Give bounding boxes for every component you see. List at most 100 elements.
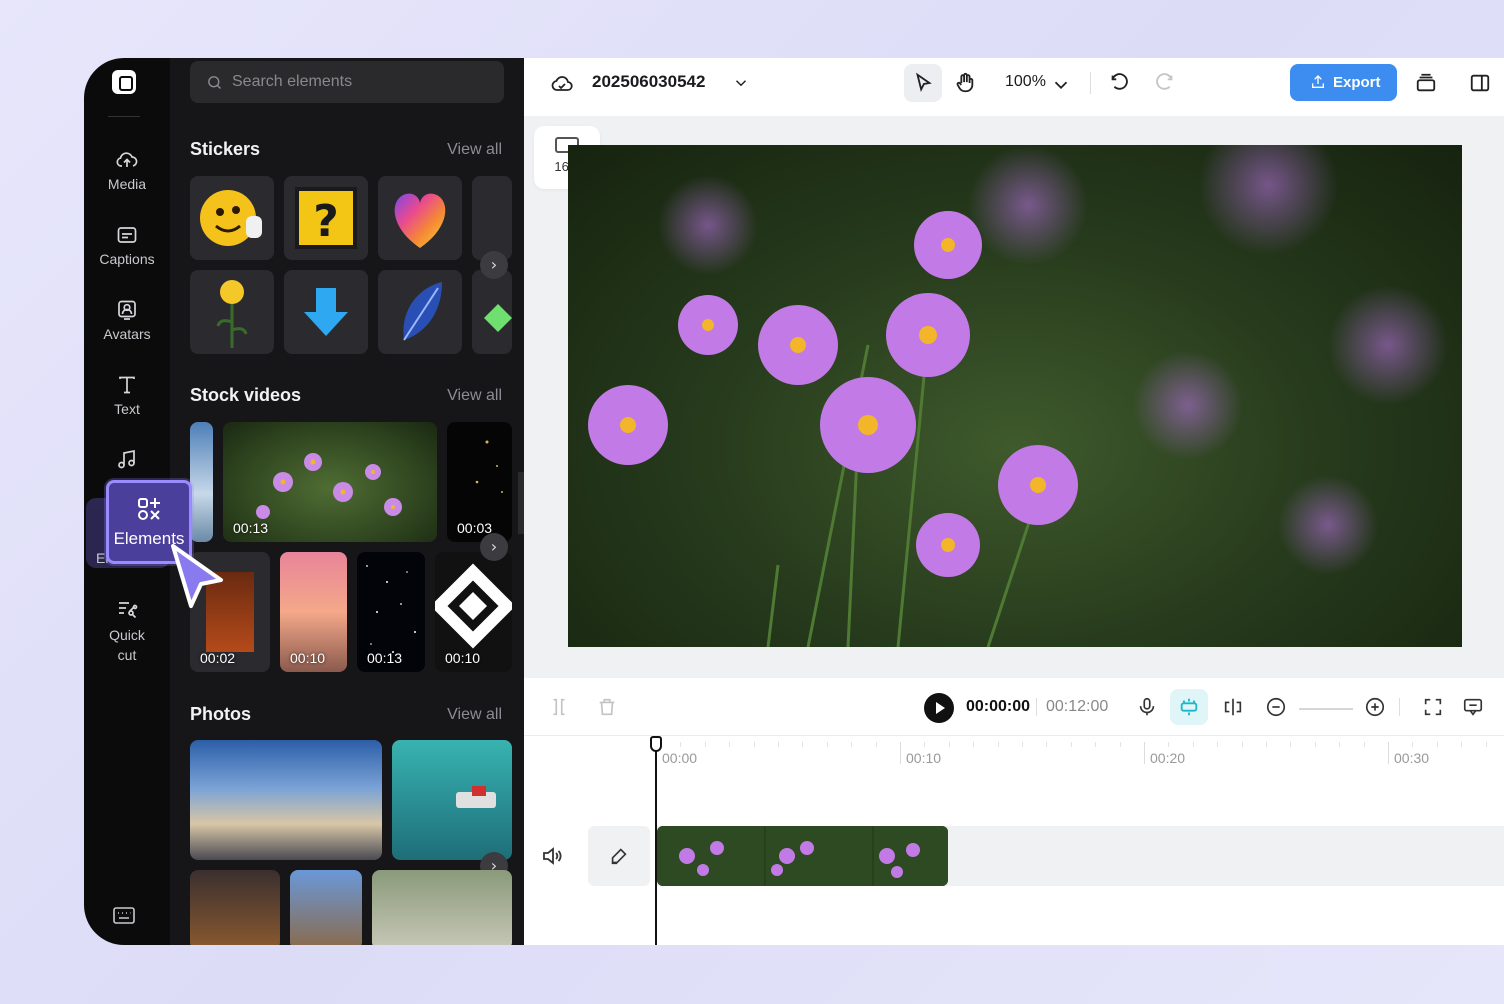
timeline: 00:00 00:10 00:20 00:30: [524, 736, 1504, 945]
stock-video-sparkles[interactable]: 00:03: [447, 422, 512, 542]
rail-item-quick-cut[interactable]: Quick cut: [84, 597, 170, 665]
photo-white-dog[interactable]: [372, 870, 512, 945]
project-name[interactable]: 202506030542: [592, 72, 705, 92]
photo-city-skyline[interactable]: [190, 740, 382, 860]
timeline-tick: [900, 742, 901, 764]
timeline-minor-tick: [1363, 742, 1365, 747]
stock-video-sunset-city[interactable]: 00:10: [280, 552, 347, 672]
text-icon: [115, 373, 139, 397]
timeline-minor-tick: [1119, 742, 1121, 747]
rail-item-label: Avatars: [103, 326, 151, 342]
timeline-minor-tick: [948, 742, 950, 747]
zoom-in-icon[interactable]: [1364, 696, 1386, 718]
stock-video-starfield[interactable]: 00:13: [357, 552, 425, 672]
timeline-minor-tick: [1217, 742, 1219, 747]
stock-video-partial[interactable]: [190, 422, 213, 542]
timeline-minor-tick: [875, 742, 877, 747]
search-bar[interactable]: [190, 61, 504, 103]
ai-sparkle-icon: [1180, 698, 1198, 716]
app-logo-icon[interactable]: [112, 70, 136, 94]
rail-item-avatars[interactable]: Avatars: [84, 298, 170, 342]
photo-boat-sea[interactable]: [392, 740, 512, 860]
sticker-partial[interactable]: [472, 270, 512, 354]
quick-cut-icon: [115, 597, 139, 621]
stock-video-geometric[interactable]: 00:10: [435, 552, 512, 672]
svg-text:?: ?: [313, 196, 339, 247]
stickers-view-all-link[interactable]: View all: [447, 141, 502, 159]
pointer-icon: [916, 72, 932, 93]
keyboard-icon[interactable]: [112, 906, 136, 926]
timeline-minor-tick: [1461, 742, 1463, 747]
timeline-minor-tick: [1314, 742, 1316, 747]
video-duration: 00:10: [445, 650, 481, 666]
playhead-handle[interactable]: [650, 736, 662, 752]
layers-icon[interactable]: [1415, 72, 1437, 94]
zoom-out-icon[interactable]: [1265, 696, 1287, 718]
avatar-icon: [115, 298, 139, 322]
captions-icon: [115, 223, 139, 247]
sticker-blue-leaf[interactable]: [378, 270, 462, 354]
split-icon[interactable]: [548, 696, 570, 718]
edit-cover-button[interactable]: [588, 826, 650, 886]
sticker-rainbow-heart[interactable]: [378, 176, 462, 260]
playhead[interactable]: [655, 736, 657, 945]
timeline-minor-tick: [826, 742, 828, 747]
select-tool-button[interactable]: [904, 64, 942, 102]
cloud-sync-icon[interactable]: [550, 72, 574, 96]
stock-videos-title: Stock videos: [190, 385, 302, 405]
stock-videos-next-arrow[interactable]: ›: [480, 533, 508, 561]
timeline-minor-tick: [1290, 742, 1292, 747]
rail-item-label: Quick cut: [109, 627, 145, 663]
export-button[interactable]: Export: [1290, 64, 1397, 101]
control-divider: [1399, 698, 1400, 716]
fullscreen-icon[interactable]: [1422, 696, 1444, 718]
photo-food[interactable]: [190, 870, 280, 945]
sticker-thumbs-up-smiley[interactable]: [190, 176, 274, 260]
timeline-minor-tick: [1436, 742, 1438, 747]
chevron-down-icon[interactable]: [732, 74, 750, 92]
play-button[interactable]: [924, 693, 954, 723]
timeline-minor-tick: [1070, 742, 1072, 747]
search-input[interactable]: [232, 61, 492, 103]
zoom-level[interactable]: 100%: [1005, 73, 1046, 91]
video-clip[interactable]: [657, 826, 948, 886]
photo-buildings[interactable]: [290, 870, 362, 945]
delete-icon[interactable]: [596, 696, 618, 718]
zoom-slider[interactable]: [1299, 708, 1353, 710]
rail-item-captions[interactable]: Captions: [84, 223, 170, 267]
sticker-question-block[interactable]: ?: [284, 176, 368, 260]
upload-icon: [1312, 75, 1324, 88]
trim-icon[interactable]: [1222, 696, 1244, 718]
rail-item-label: Media: [107, 176, 147, 192]
rail-item-text[interactable]: Text: [84, 373, 170, 417]
rail-item-media[interactable]: Media: [84, 148, 170, 192]
export-label: Export: [1333, 74, 1381, 91]
timeline-minor-tick: [1266, 742, 1267, 747]
timeline-minor-tick: [802, 742, 804, 747]
timeline-minor-tick: [778, 742, 779, 747]
timeline-tick-label: 00:30: [1394, 750, 1430, 766]
elements-icon: [135, 495, 163, 523]
photos-view-all-link[interactable]: View all: [447, 706, 502, 724]
timeline-minor-tick: [729, 742, 731, 747]
rail-item-audio[interactable]: [84, 448, 170, 476]
panel-layout-icon[interactable]: [1469, 72, 1491, 94]
video-duration: 00:10: [290, 650, 326, 666]
ai-scene-button[interactable]: [1170, 689, 1208, 725]
zoom-chevron-icon[interactable]: [1050, 74, 1068, 90]
video-preview[interactable]: [568, 145, 1462, 647]
current-time: 00:00:00: [966, 698, 1031, 715]
undo-icon[interactable]: [1108, 72, 1130, 94]
redo-icon[interactable]: [1154, 72, 1176, 94]
sticker-partial[interactable]: [472, 176, 512, 260]
sticker-down-arrow[interactable]: [284, 270, 368, 354]
speaker-icon[interactable]: [540, 844, 564, 868]
hand-tool-icon[interactable]: [954, 72, 976, 94]
stickers-next-arrow[interactable]: ›: [480, 251, 508, 279]
comment-icon[interactable]: [1462, 696, 1484, 718]
microphone-icon[interactable]: [1136, 696, 1158, 718]
stock-video-cosmos[interactable]: 00:13: [223, 422, 437, 542]
sticker-yellow-rose[interactable]: [190, 270, 274, 354]
timeline-minor-tick: [1485, 742, 1487, 747]
stock-videos-view-all-link[interactable]: View all: [447, 387, 502, 405]
